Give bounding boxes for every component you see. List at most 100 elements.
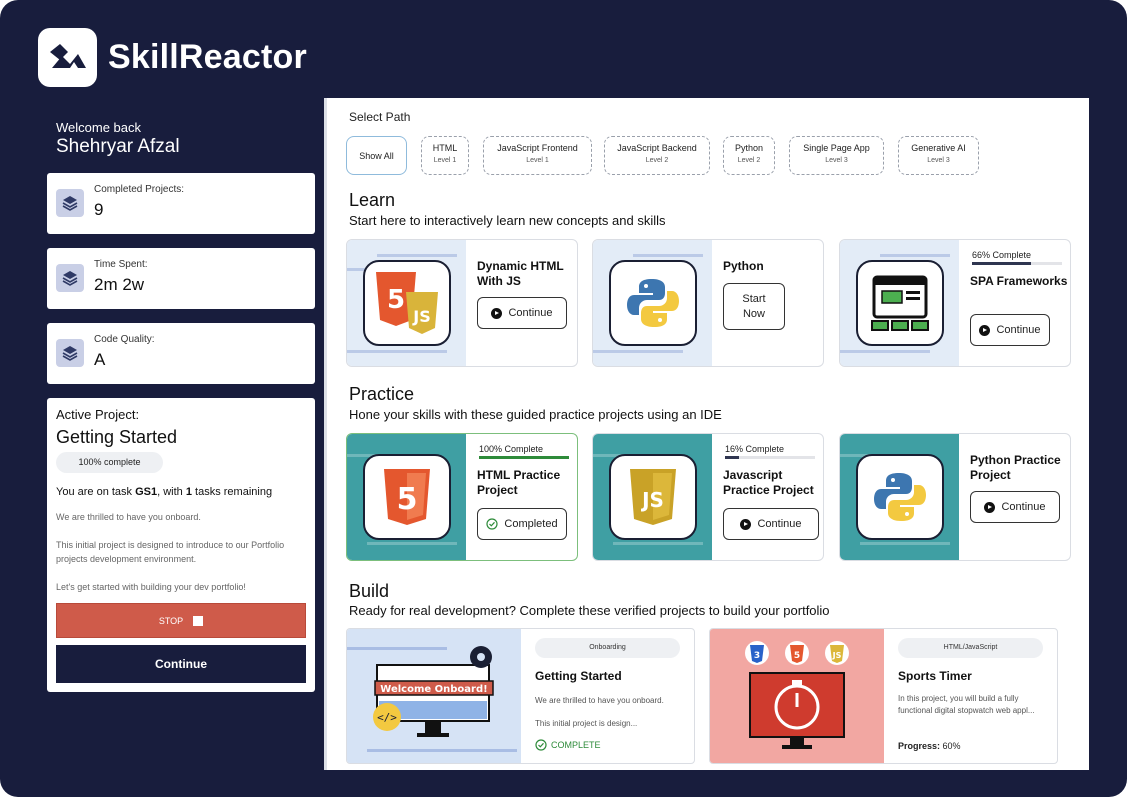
card-title: Javascript Practice Project	[723, 468, 814, 497]
progress-pill: 100% complete	[56, 452, 163, 473]
continue-button[interactable]: Continue	[970, 314, 1050, 346]
continue-button[interactable]: Continue	[970, 491, 1060, 523]
continue-button[interactable]: Continue	[477, 297, 567, 329]
completed-button[interactable]: Completed	[477, 508, 567, 540]
intro-paragraph: Let's get started with building your dev…	[56, 582, 246, 592]
html5-logo-icon: 5	[363, 454, 451, 540]
card-title: SPA Frameworks	[970, 274, 1068, 288]
card-art: 5 JS	[347, 240, 466, 366]
progress-bar	[725, 456, 815, 459]
spa-layout-icon	[856, 260, 944, 346]
python-logo-icon	[609, 260, 697, 346]
card-title: Sports Timer	[898, 669, 972, 683]
app-frame: SkillReactor Welcome back Shehryar Afzal…	[0, 0, 1127, 797]
active-project-panel: Active Project: Getting Started 100% com…	[47, 398, 315, 692]
play-icon	[491, 307, 503, 319]
learn-card-python[interactable]: Python Start Now	[592, 239, 824, 367]
play-icon	[979, 324, 991, 336]
practice-card-javascript[interactable]: JS 16% Complete Javascript Practice Proj…	[592, 433, 824, 561]
active-project-title: Getting Started	[56, 427, 178, 447]
brand-name: SkillReactor	[108, 38, 307, 76]
stat-value: 2m 2w	[94, 275, 145, 294]
chip-javascript-frontend[interactable]: JavaScript Frontend Level 1	[483, 136, 592, 175]
card-art	[593, 240, 712, 366]
card-description: In this project, you will build a fully …	[898, 694, 1035, 715]
progress-bar	[972, 262, 1062, 265]
logo-icon	[49, 43, 86, 68]
stat-time-spent: Time Spent: 2m 2w	[47, 248, 315, 309]
chip-javascript-backend[interactable]: JavaScript Backend Level 2	[604, 136, 710, 175]
intro-paragraph: This initial project is designed to intr…	[56, 540, 285, 564]
stopwatch-monitor-icon: 3 5 JS	[745, 641, 849, 749]
card-art: Welcome Onboard! </>	[347, 629, 521, 763]
card-title: Python Practice Project	[970, 453, 1061, 482]
main-content: Select Path Show All HTML Level 1 JavaScr…	[324, 98, 1089, 770]
card-art	[840, 240, 959, 366]
svg-text:JS: JS	[832, 651, 842, 660]
build-heading: Build	[349, 581, 390, 601]
card-art	[840, 434, 959, 560]
play-icon	[740, 518, 752, 530]
monitor-welcome-icon: Welcome Onboard! </>	[347, 646, 517, 752]
chip-generative-ai[interactable]: Generative AI Level 3	[898, 136, 979, 175]
svg-text:Welcome Onboard!: Welcome Onboard!	[380, 684, 487, 695]
card-art: JS	[593, 434, 712, 560]
continue-button[interactable]: Continue	[56, 645, 306, 683]
learn-card-spa-frameworks[interactable]: 66% Complete SPA Frameworks Continue	[839, 239, 1071, 367]
practice-card-python[interactable]: Python Practice Project Continue	[839, 433, 1071, 561]
sidebar: Welcome back Shehryar Afzal Completed Pr…	[38, 98, 324, 770]
card-title: Dynamic HTML With JS	[477, 259, 564, 288]
task-status: You are on task GS1, with 1 tasks remain…	[56, 486, 273, 498]
progress-text: 100% Complete	[479, 444, 544, 454]
build-card-getting-started[interactable]: Welcome Onboard! </> Onboarding Getting …	[346, 628, 695, 764]
category-tag: HTML/JavaScript	[898, 638, 1043, 658]
learn-card-dynamic-html[interactable]: 5 JS Dynamic HTML With JS Continue	[346, 239, 578, 367]
stat-value: A	[94, 350, 106, 369]
practice-card-html[interactable]: 5 100% Complete HTML Practice Project Co…	[346, 433, 578, 561]
skillreactor-logo[interactable]	[38, 28, 97, 87]
stat-label: Time Spent:	[94, 259, 148, 270]
html-js-logo-icon: 5 JS	[363, 260, 451, 346]
progress-text: 16% Complete	[725, 444, 785, 454]
build-card-sports-timer[interactable]: 3 5 JS HTML/JavaScript Sports Timer In t…	[709, 628, 1058, 764]
check-circle-icon	[486, 518, 498, 530]
js-logo-icon: JS	[609, 454, 697, 540]
card-title: Getting Started	[535, 669, 622, 683]
start-now-button[interactable]: Start Now	[723, 283, 785, 330]
progress-bar	[479, 456, 569, 459]
user-name: Shehryar Afzal	[56, 136, 180, 157]
active-project-label: Active Project:	[56, 407, 140, 422]
card-art: 3 5 JS	[710, 629, 884, 763]
chip-single-page-app[interactable]: Single Page App Level 3	[789, 136, 884, 175]
stop-square-icon	[193, 615, 204, 626]
chip-html[interactable]: HTML Level 1	[421, 136, 469, 175]
stat-label: Completed Projects:	[94, 184, 185, 195]
chip-show-all[interactable]: Show All	[346, 136, 407, 175]
layers-icon	[56, 339, 84, 367]
chip-python[interactable]: Python Level 2	[723, 136, 775, 175]
play-icon	[984, 501, 996, 513]
stat-code-quality: Code Quality: A	[47, 323, 315, 384]
svg-text:</>: </>	[377, 711, 397, 724]
practice-heading: Practice	[349, 384, 415, 404]
progress-status: Progress: 60%	[898, 741, 961, 751]
card-description: This initial project is design...	[535, 719, 638, 728]
complete-status: COMPLETE	[535, 739, 601, 751]
learn-subtitle: Start here to interactively learn new co…	[349, 213, 666, 228]
svg-text:JS: JS	[640, 488, 664, 512]
welcome-text: Welcome back	[56, 120, 142, 135]
stat-completed-projects: Completed Projects: 9	[47, 173, 315, 234]
layers-icon	[56, 264, 84, 292]
continue-button[interactable]: Continue	[723, 508, 819, 540]
layers-icon	[56, 189, 84, 217]
svg-text:5: 5	[387, 285, 405, 315]
card-title: Python	[723, 259, 764, 273]
svg-text:3: 3	[754, 651, 760, 661]
svg-text:5: 5	[397, 482, 418, 517]
card-description: We are thrilled to have you onboard.	[535, 696, 664, 705]
stat-value: 9	[94, 200, 104, 219]
select-path-label: Select Path	[349, 110, 411, 124]
svg-text:5: 5	[794, 651, 800, 661]
stop-button[interactable]: STOP	[56, 603, 306, 638]
python-logo-icon	[856, 454, 944, 540]
